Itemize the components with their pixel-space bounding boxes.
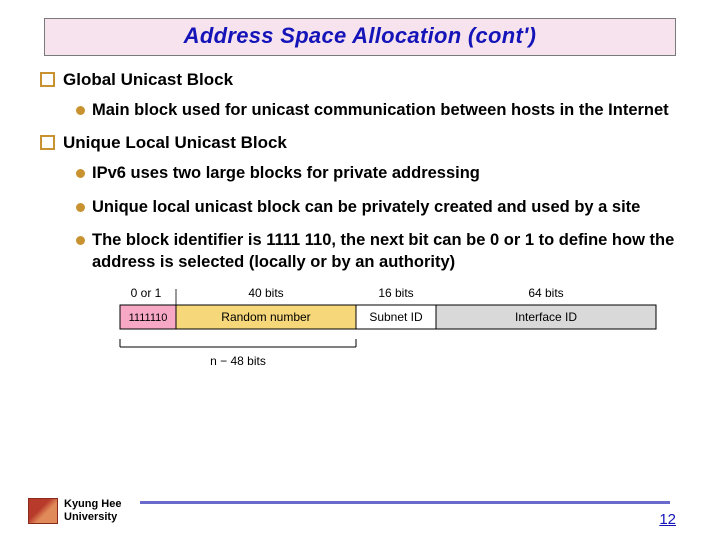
diag-top-label: 40 bits [248,286,283,300]
section-heading: Unique Local Unicast Block [40,133,680,153]
bullet-text: Main block used for unicast communicatio… [92,100,669,121]
diag-field: Subnet ID [369,310,423,324]
bullet-text: IPv6 uses two large blocks for private a… [92,163,480,184]
university-line1: Kyung Hee [64,498,121,511]
diag-top-label: 64 bits [528,286,563,300]
diag-field: 1111110 [129,312,168,324]
dot-bullet-icon [76,236,85,245]
slide-title: Address Space Allocation (cont') [184,23,537,48]
dot-bullet-icon [76,169,85,178]
university-logo-icon [28,498,58,524]
section-heading-text: Global Unicast Block [63,70,233,90]
bullet-text: Unique local unicast block can be privat… [92,197,640,218]
slide: Address Space Allocation (cont') Global … [0,0,720,540]
dot-bullet-icon [76,203,85,212]
university-name: Kyung Hee University [64,498,121,523]
footer-divider [140,501,670,504]
diag-bottom-label: n − 48 bits [210,354,266,368]
square-bullet-icon [40,72,55,87]
diag-field: Random number [221,310,310,324]
square-bullet-icon [40,135,55,150]
bullet-item: Unique local unicast block can be privat… [76,197,680,218]
address-format-diagram: 0 or 1 40 bits 16 bits 64 bits 1111110 R… [110,285,670,371]
diag-top-label: 16 bits [378,286,413,300]
bullet-item: The block identifier is 1111 110, the ne… [76,230,680,273]
diag-field: Interface ID [515,310,577,324]
bullet-item: IPv6 uses two large blocks for private a… [76,163,680,184]
university-line2: University [64,511,121,524]
footer: Kyung Hee University 12 [0,484,720,530]
page-number: 12 [659,511,676,528]
section-heading-text: Unique Local Unicast Block [63,133,287,153]
diag-top-label: 0 or 1 [131,286,162,300]
bullet-item: Main block used for unicast communicatio… [76,100,680,121]
section-heading: Global Unicast Block [40,70,680,90]
title-bar: Address Space Allocation (cont') [44,18,676,56]
university-block: Kyung Hee University [28,498,121,524]
bullet-text: The block identifier is 1111 110, the ne… [92,230,680,273]
dot-bullet-icon [76,106,85,115]
